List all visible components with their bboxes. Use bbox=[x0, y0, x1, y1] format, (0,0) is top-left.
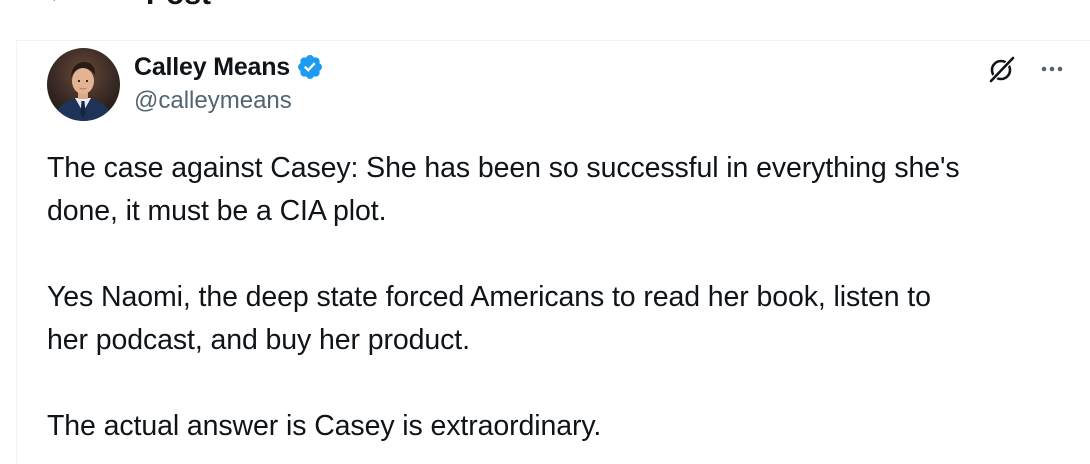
grok-icon[interactable] bbox=[987, 54, 1017, 84]
author-name-row: Calley Means bbox=[134, 52, 324, 82]
post-page: Post bbox=[0, 0, 1090, 464]
author-display-name[interactable]: Calley Means bbox=[134, 52, 290, 82]
avatar[interactable] bbox=[47, 48, 120, 121]
tweet-text: The case against Casey: She has been so … bbox=[47, 147, 1077, 448]
post-header: Post bbox=[0, 0, 1090, 12]
avatar-image bbox=[47, 48, 120, 121]
more-horizontal-icon[interactable] bbox=[1037, 55, 1067, 83]
page-title: Post bbox=[146, 0, 211, 12]
tweet-paragraph: The case against Casey: She has been so … bbox=[47, 152, 960, 227]
arrow-left-icon[interactable] bbox=[44, 0, 68, 6]
tweet-paragraph: The actual answer is Casey is extraordin… bbox=[47, 410, 602, 442]
verified-badge-icon[interactable] bbox=[296, 53, 324, 81]
author-handle[interactable]: @calleymeans bbox=[134, 87, 292, 115]
tweet-card: Calley Means @calleymeans The case again… bbox=[16, 40, 1090, 464]
tweet-paragraph: Yes Naomi, the deep state forced America… bbox=[47, 281, 931, 356]
